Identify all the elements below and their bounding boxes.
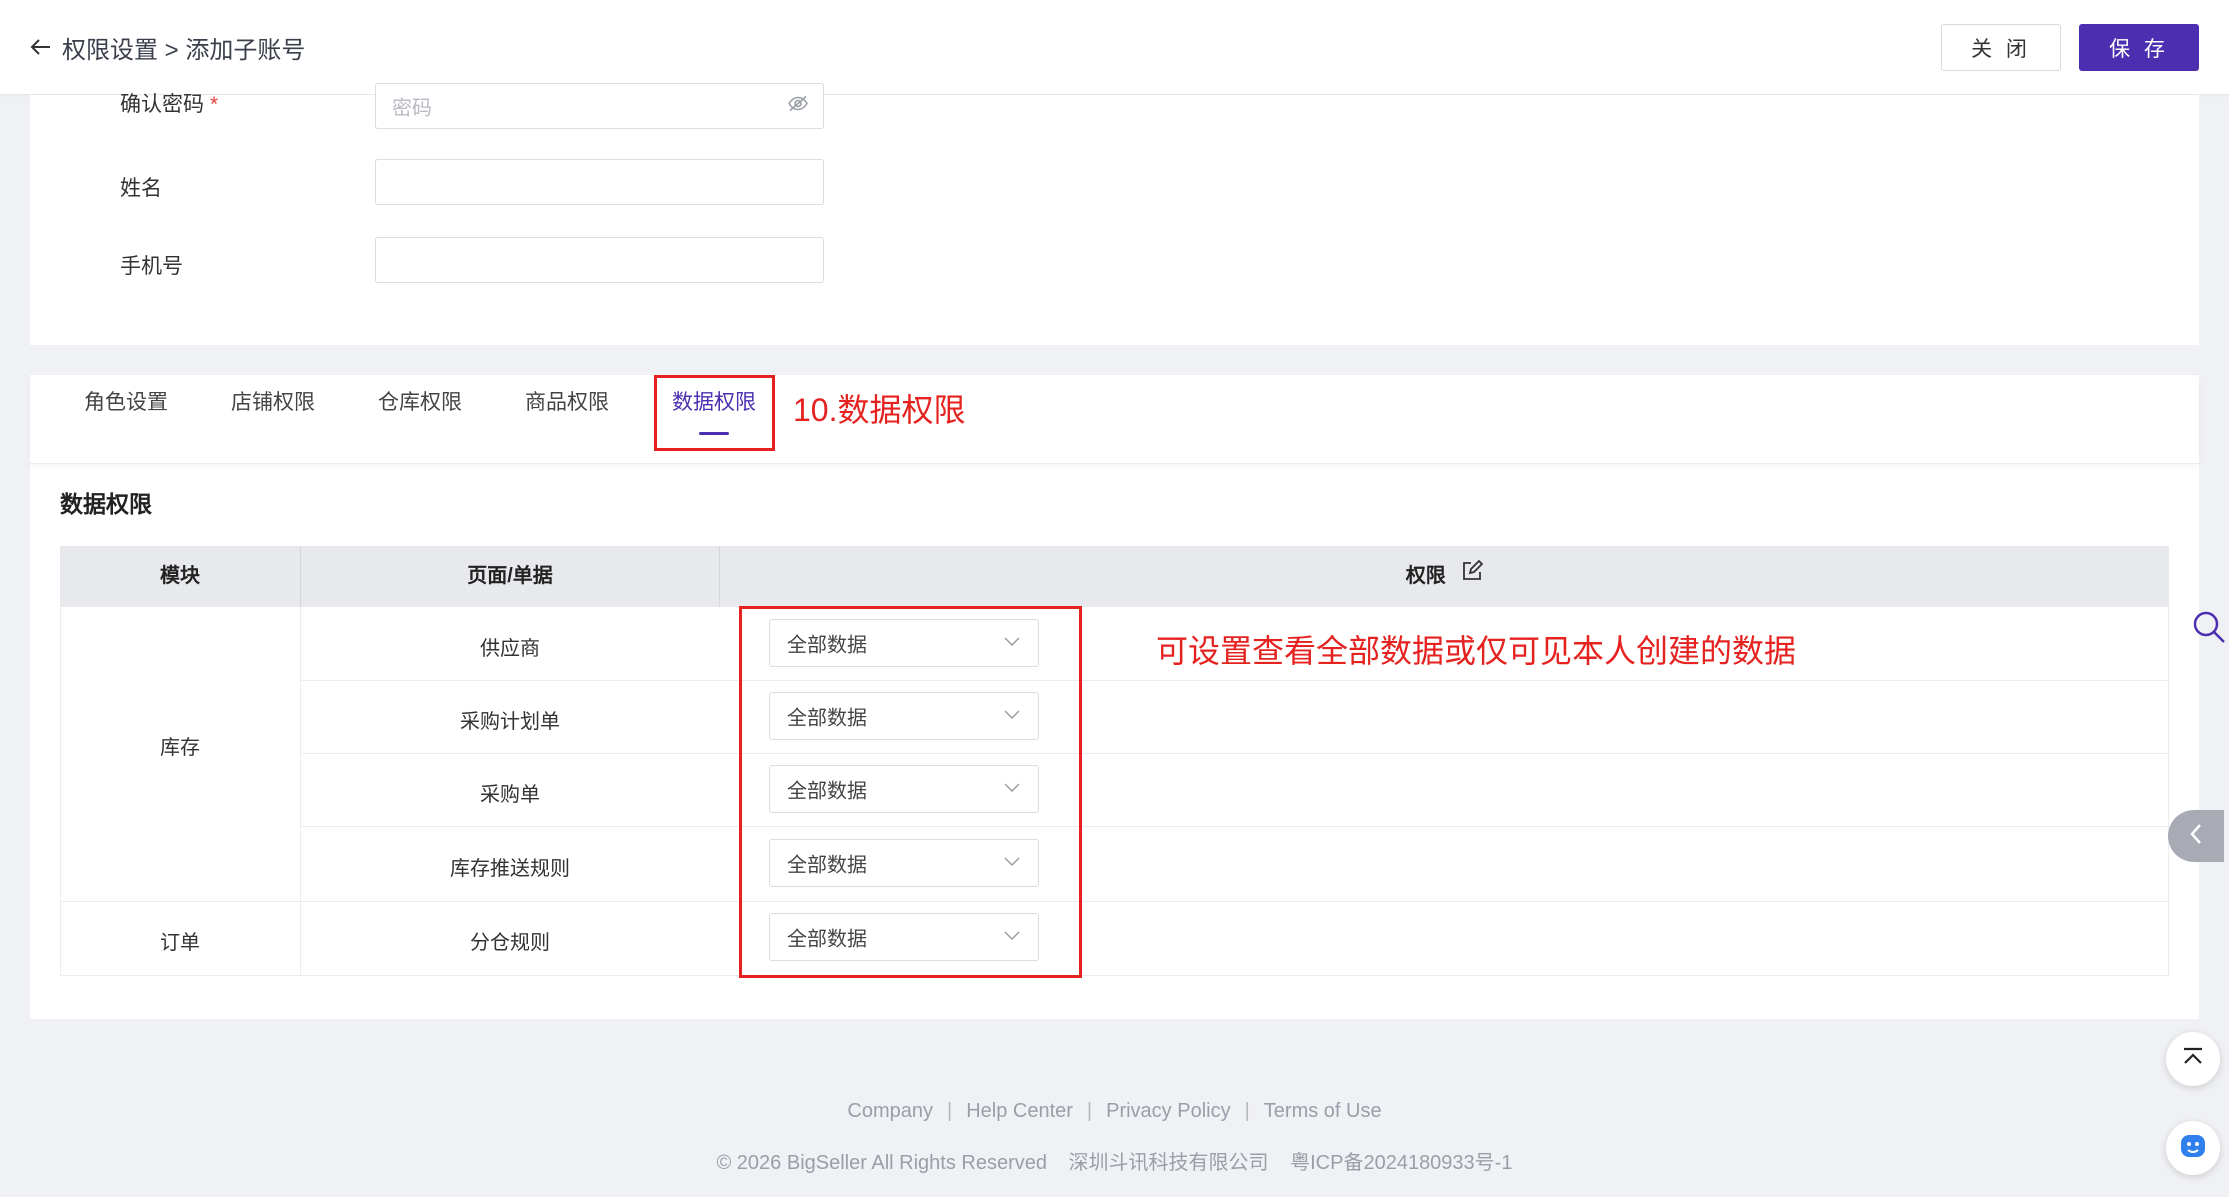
icp-number[interactable]: 粤ICP备2024180933号-1 <box>1290 1152 1512 1174</box>
table-row-page: 库存推送规则 <box>450 858 570 880</box>
phone-label: 手机号 <box>120 255 183 278</box>
footer-links: Company | Help Center | Privacy Policy | Terms… <box>0 1100 2229 1123</box>
header-module: 模块 <box>160 565 200 587</box>
row-divider <box>60 975 2169 976</box>
header-divider <box>300 546 301 607</box>
footer-separator: | <box>1086 1100 1093 1122</box>
row-divider <box>300 753 2169 754</box>
edit-icon[interactable] <box>1461 546 1484 607</box>
annotation-box-tab <box>654 375 775 451</box>
confirm-password-label-text: 确认密码 <box>120 93 204 116</box>
top-bar: 权限设置 > 添加子账号 关 闭 保 存 <box>0 0 2229 95</box>
confirm-password-placeholder: 密码 <box>392 97 432 120</box>
account-form-card: 确认密码 * 密码 姓名 手机号 <box>30 83 2199 345</box>
chat-bot-icon <box>2179 1132 2207 1165</box>
search-icon[interactable] <box>2192 610 2226 649</box>
eye-hidden-icon[interactable] <box>787 95 809 118</box>
tab-shop-permissions[interactable]: 店铺权限 <box>231 375 315 463</box>
back-to-top-button[interactable] <box>2166 1032 2220 1086</box>
footer-separator: | <box>946 1100 953 1122</box>
confirm-password-label: 确认密码 * <box>120 93 219 135</box>
table-row-page: 采购单 <box>480 784 540 806</box>
footer-link-company[interactable]: Company <box>847 1100 933 1122</box>
footer-separator: | <box>1244 1100 1250 1122</box>
arrow-to-top-icon <box>2181 1046 2205 1073</box>
row-divider <box>300 826 2169 827</box>
module-orders: 订单 <box>160 932 200 954</box>
annotation-tab-note: 10.数据权限 <box>793 392 966 428</box>
section-title: 数据权限 <box>60 491 152 517</box>
tab-role-settings[interactable]: 角色设置 <box>84 375 168 463</box>
tab-product-permissions-label: 商品权限 <box>525 391 609 414</box>
customer-service-button[interactable] <box>2166 1121 2220 1175</box>
header-divider <box>719 546 720 607</box>
copyright-text: © 2026 BigSeller All Rights Reserved <box>716 1152 1047 1174</box>
annotation-select-note: 可设置查看全部数据或仅可见本人创建的数据 <box>1156 633 1797 669</box>
name-input[interactable] <box>375 159 824 205</box>
table-header: 模块 页面/单据 权限 <box>60 546 2169 607</box>
close-button[interactable]: 关 闭 <box>1941 24 2061 71</box>
row-divider <box>60 901 2169 902</box>
chevron-left-icon <box>2189 823 2203 850</box>
table-border <box>60 607 61 976</box>
name-label: 姓名 <box>120 177 162 200</box>
row-divider <box>300 680 2169 681</box>
company-name: 深圳斗讯科技有限公司 <box>1068 1152 1269 1174</box>
footer-link-privacy-policy[interactable]: Privacy Policy <box>1106 1100 1230 1122</box>
annotation-box-selects <box>739 606 1082 978</box>
back-link[interactable]: 权限设置 > 添加子账号 <box>30 30 305 65</box>
footer-link-terms-of-use[interactable]: Terms of Use <box>1264 1100 1382 1122</box>
save-button[interactable]: 保 存 <box>2079 24 2199 71</box>
footer-link-help-center[interactable]: Help Center <box>966 1100 1073 1122</box>
tab-warehouse-permissions[interactable]: 仓库权限 <box>378 375 462 463</box>
tab-product-permissions[interactable]: 商品权限 <box>525 375 609 463</box>
back-arrow-icon[interactable] <box>30 35 52 61</box>
permission-tabs: 角色设置 店铺权限 仓库权限 商品权限 数据权限 <box>30 375 2199 464</box>
side-panel-toggle[interactable] <box>2168 810 2224 862</box>
breadcrumb: 权限设置 > 添加子账号 <box>62 37 306 64</box>
permissions-card: 角色设置 店铺权限 仓库权限 商品权限 数据权限 10.数据权限 数据权限 模块… <box>30 375 2199 1019</box>
data-permission-table: 模块 页面/单据 权限 库存 订单 供应商 全部数据 采购计划单 全部数据 采购… <box>60 546 2169 978</box>
module-inventory: 库存 <box>160 737 200 759</box>
confirm-password-input[interactable]: 密码 <box>375 83 824 129</box>
table-row-page: 采购计划单 <box>460 711 560 733</box>
footer-copyright: © 2026 BigSeller All Rights Reserved 深圳斗… <box>0 1146 2229 1175</box>
phone-input[interactable] <box>375 237 824 283</box>
header-permission-label: 权限 <box>1405 565 1446 587</box>
table-row-page: 供应商 <box>480 638 540 660</box>
required-mark: * <box>210 93 219 116</box>
table-row-page: 分仓规则 <box>470 932 550 954</box>
table-border <box>2168 607 2169 976</box>
header-permission: 权限 <box>720 546 2169 607</box>
header-page: 页面/单据 <box>467 565 553 587</box>
